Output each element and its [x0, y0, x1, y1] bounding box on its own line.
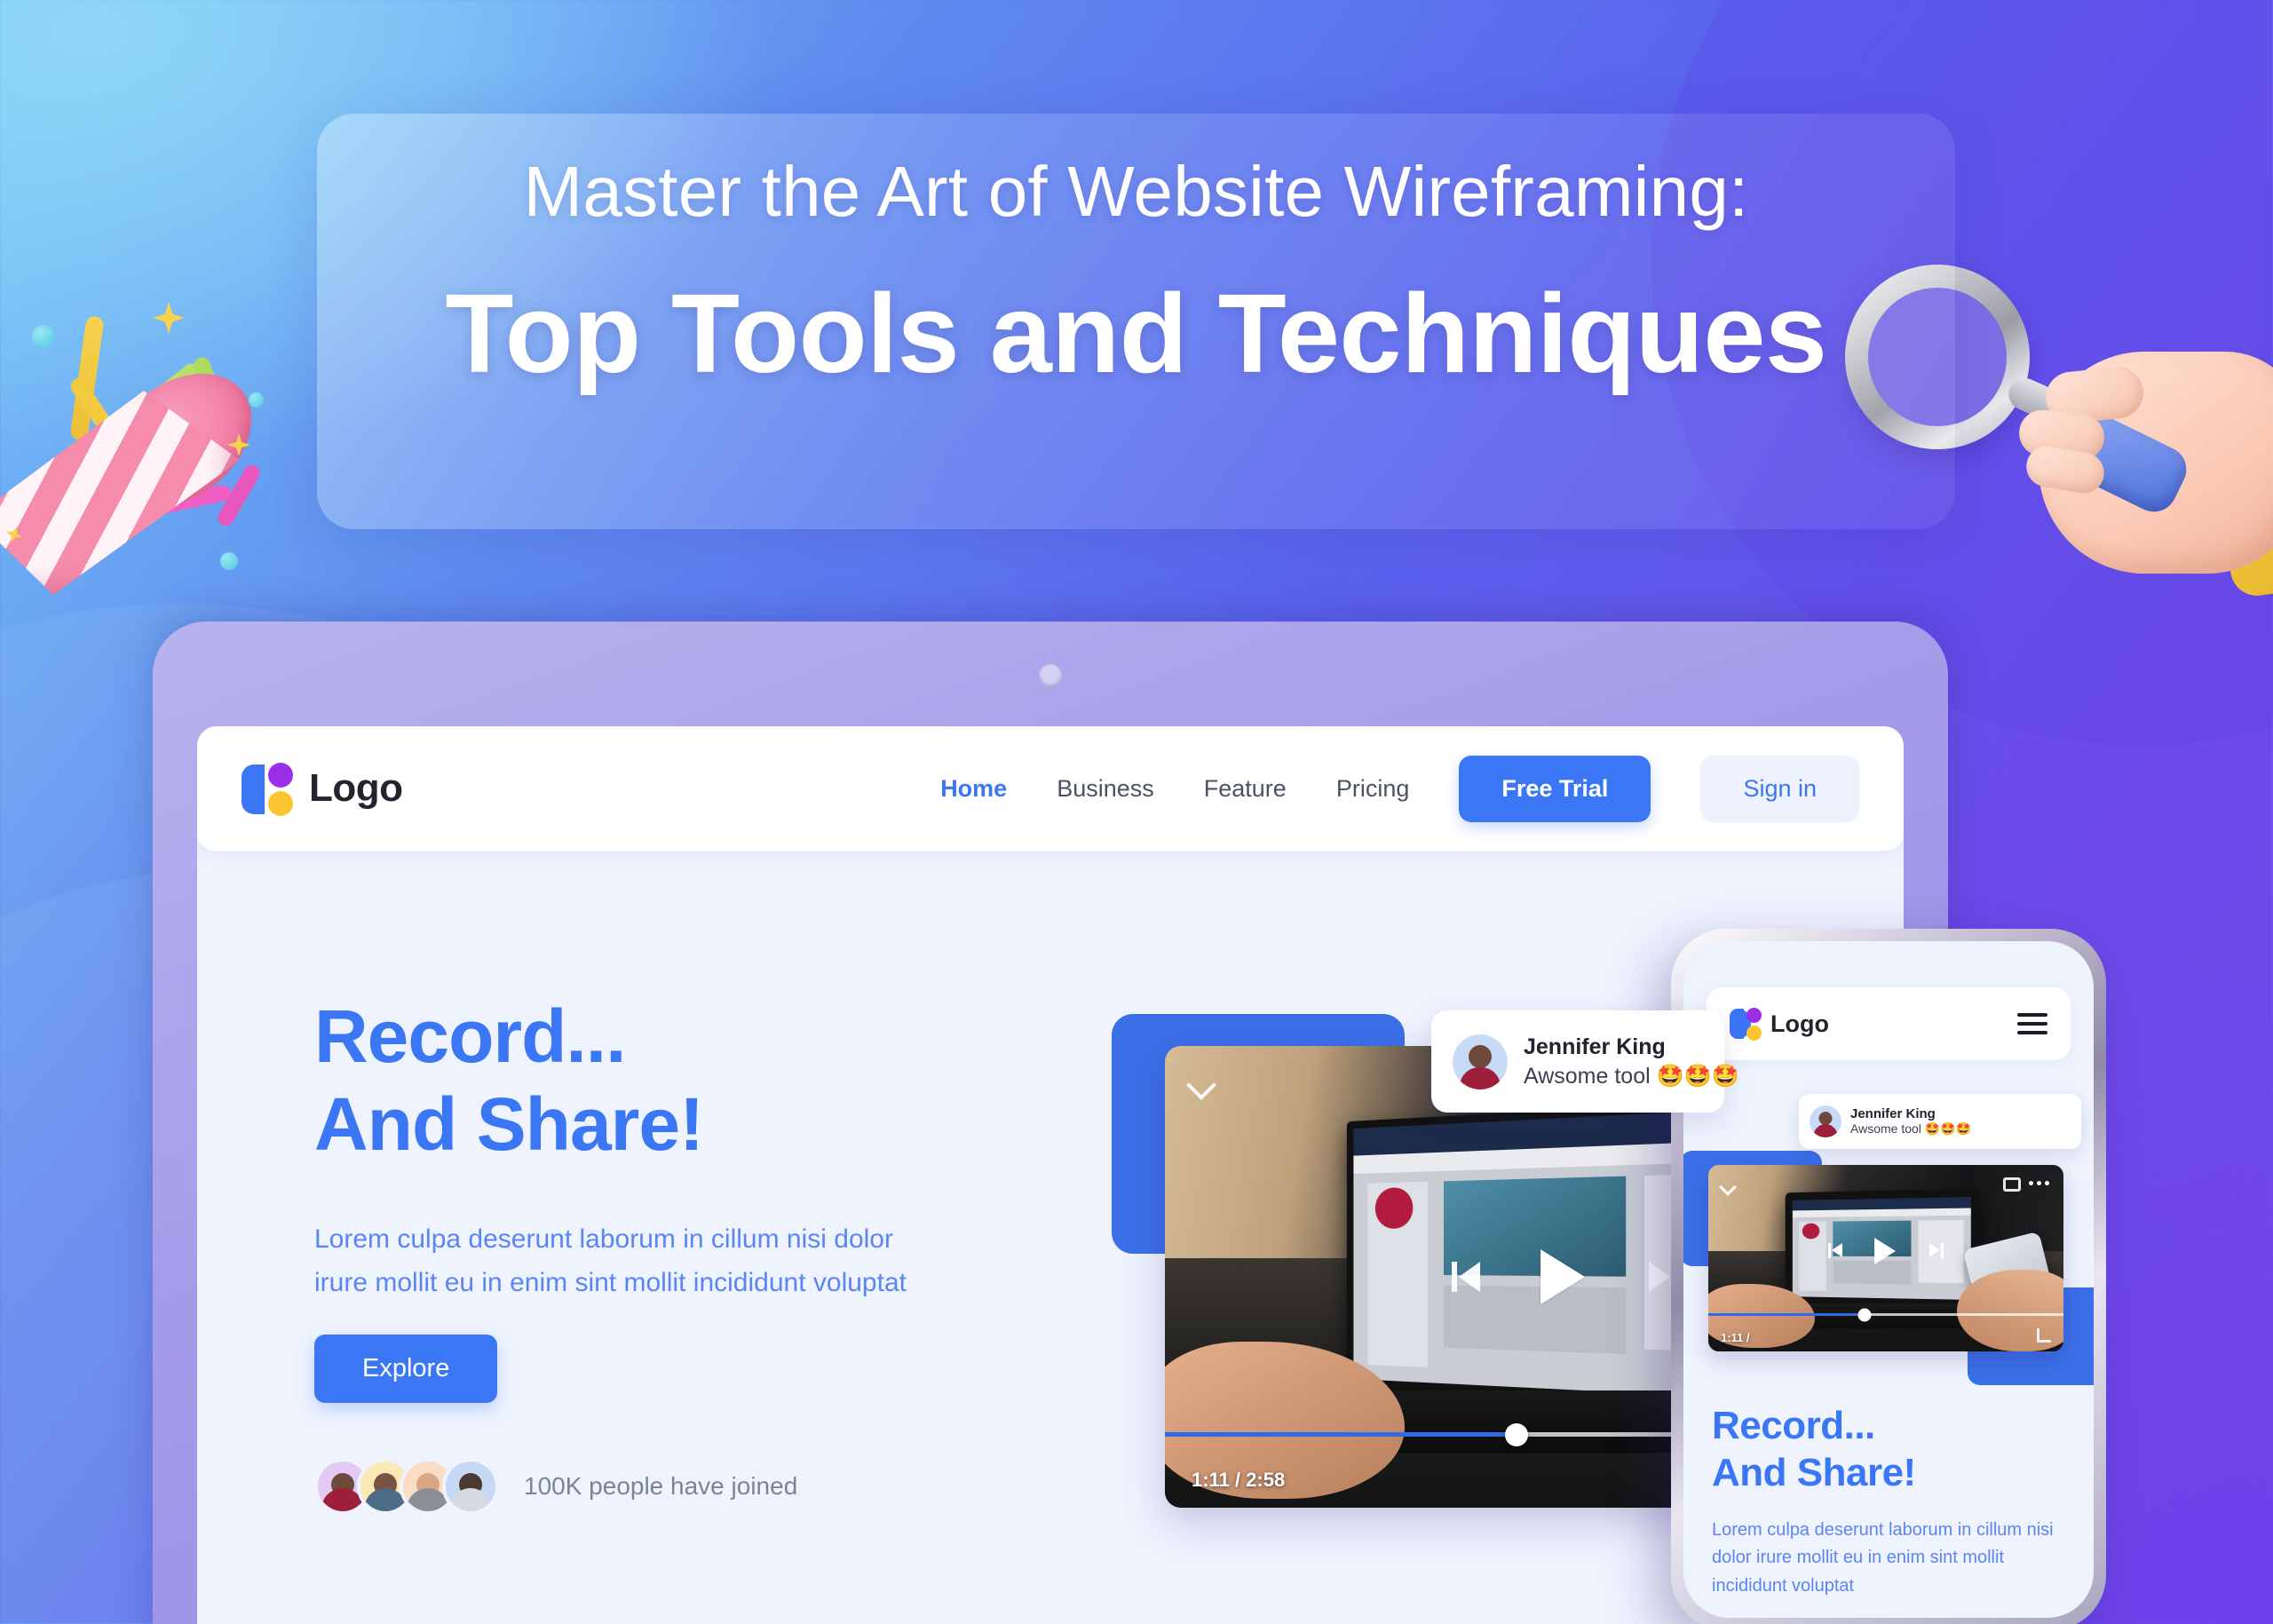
- phone-notch: [1800, 941, 1977, 971]
- play-icon[interactable]: [1533, 1246, 1596, 1308]
- hero-paragraph: Lorem culpa deserunt laborum in cillum n…: [314, 1224, 907, 1297]
- phone-mockup: Logo Jennifer King Awsome tool 🤩🤩🤩 1:11 …: [1671, 929, 2106, 1624]
- title-banner: Master the Art of Website Wireframing: T…: [317, 114, 1955, 529]
- laptop-screen: Logo Home Business Feature Pricing Free …: [197, 726, 1904, 1624]
- phone-next-icon[interactable]: [1928, 1243, 1944, 1259]
- video-progress-knob[interactable]: [1505, 1422, 1528, 1446]
- phone-fullscreen-icon[interactable]: [2037, 1328, 2051, 1343]
- phone-screen: Logo Jennifer King Awsome tool 🤩🤩🤩 1:11 …: [1683, 941, 2094, 1618]
- logo[interactable]: Logo: [242, 761, 403, 816]
- avatar: [442, 1458, 499, 1516]
- phone-video-progress-fill: [1708, 1313, 1865, 1316]
- party-popper-icon: [0, 293, 337, 648]
- phone-testimonial-card: Jennifer King Awsome tool 🤩🤩🤩: [1799, 1094, 2081, 1149]
- phone-hero-heading: Record... And Share!: [1712, 1403, 2071, 1497]
- phone-video-timestamp: 1:11 /: [1721, 1331, 1750, 1344]
- site-navbar: Logo Home Business Feature Pricing Free …: [197, 726, 1904, 851]
- nav-link-business[interactable]: Business: [1057, 775, 1154, 803]
- phone-logo-yellow-dot: [1746, 1026, 1762, 1041]
- testimonial-avatar: [1453, 1034, 1508, 1089]
- phone-logo-purple-dot: [1746, 1008, 1762, 1023]
- hero-section: Record... And Share! Lorem culpa deserun…: [314, 993, 1025, 1516]
- phone-hero-heading-line2: And Share!: [1712, 1450, 1916, 1494]
- phone-testimonial-body: Jennifer King Awsome tool 🤩🤩🤩: [1850, 1106, 1971, 1137]
- nav-links: Home Business Feature Pricing: [940, 775, 1409, 803]
- logo-text: Logo: [309, 766, 403, 810]
- nav-link-feature[interactable]: Feature: [1204, 775, 1287, 803]
- testimonial-card: Jennifer King Awsome tool 🤩🤩🤩: [1431, 1010, 1739, 1113]
- testimonial-message: Awsome tool 🤩🤩🤩: [1524, 1063, 1739, 1089]
- previous-icon[interactable]: [1452, 1262, 1482, 1292]
- free-trial-button[interactable]: Free Trial: [1459, 755, 1651, 822]
- logo-leaf-shape: [242, 764, 265, 814]
- chevron-down-icon[interactable]: [1188, 1069, 1215, 1096]
- phone-video-player[interactable]: 1:11 /: [1708, 1165, 2063, 1351]
- banner-title: Top Tools and Techniques: [445, 271, 1828, 396]
- video-timestamp: 1:11 / 2:58: [1192, 1469, 1286, 1491]
- confetti-dot: [220, 552, 238, 570]
- phone-video-controls: [1828, 1235, 1944, 1267]
- phone-play-icon[interactable]: [1870, 1235, 1902, 1267]
- confetti-dot: [32, 325, 55, 348]
- explore-button[interactable]: Explore: [314, 1335, 498, 1404]
- phone-video-progress-bar[interactable]: [1708, 1308, 2063, 1321]
- banner-subtitle: Master the Art of Website Wireframing:: [523, 152, 1749, 231]
- nav-link-pricing[interactable]: Pricing: [1336, 775, 1410, 803]
- phone-testimonial-name: Jennifer King: [1850, 1106, 1936, 1121]
- confetti-dot: [249, 392, 264, 408]
- phone-previous-icon[interactable]: [1828, 1243, 1843, 1259]
- hero-heading-line1: Record...: [314, 994, 626, 1078]
- hamburger-menu-icon[interactable]: [2017, 1013, 2047, 1034]
- sign-in-button[interactable]: Sign in: [1700, 755, 1859, 822]
- phone-video-progress-knob[interactable]: [1857, 1308, 1872, 1321]
- phone-hero-section: Record... And Share! Lorem culpa deserun…: [1712, 1403, 2071, 1600]
- phone-video-block: 1:11 /: [1683, 1151, 2094, 1385]
- logo-purple-dot: [268, 763, 293, 788]
- video-controls: [1452, 1246, 1677, 1308]
- phone-chevron-down-icon[interactable]: [1721, 1179, 1735, 1193]
- logo-yellow-dot: [268, 791, 293, 816]
- phone-hero-paragraph: Lorem culpa deserunt laborum in cillum n…: [1712, 1519, 2054, 1596]
- testimonial-body: Jennifer King Awsome tool 🤩🤩🤩: [1524, 1034, 1739, 1089]
- laptop-camera-icon: [1039, 664, 1062, 687]
- phone-navbar: Logo: [1707, 987, 2071, 1060]
- phone-more-options-icon[interactable]: [2029, 1181, 2049, 1185]
- phone-hero-heading-line1: Record...: [1712, 1404, 1875, 1447]
- phone-logo-text: Logo: [1770, 1010, 1829, 1037]
- sparkle-icon: [153, 302, 185, 334]
- nav-link-home[interactable]: Home: [940, 775, 1007, 803]
- hero-heading-line2: And Share!: [314, 1082, 704, 1167]
- testimonial-name: Jennifer King: [1524, 1034, 1666, 1059]
- phone-cast-icon[interactable]: [2003, 1177, 2021, 1192]
- avatar-group: [314, 1458, 499, 1516]
- video-progress-fill: [1165, 1432, 1517, 1437]
- logo-mark-icon: [242, 761, 297, 816]
- joined-count-text: 100K people have joined: [524, 1472, 798, 1501]
- hero-heading: Record... And Share!: [314, 993, 1025, 1168]
- phone-testimonial-avatar: [1810, 1105, 1841, 1137]
- social-proof-row: 100K people have joined: [314, 1458, 1025, 1516]
- phone-testimonial-message: Awsome tool 🤩🤩🤩: [1850, 1121, 1972, 1136]
- navbar-right: Home Business Feature Pricing Free Trial…: [940, 755, 1859, 822]
